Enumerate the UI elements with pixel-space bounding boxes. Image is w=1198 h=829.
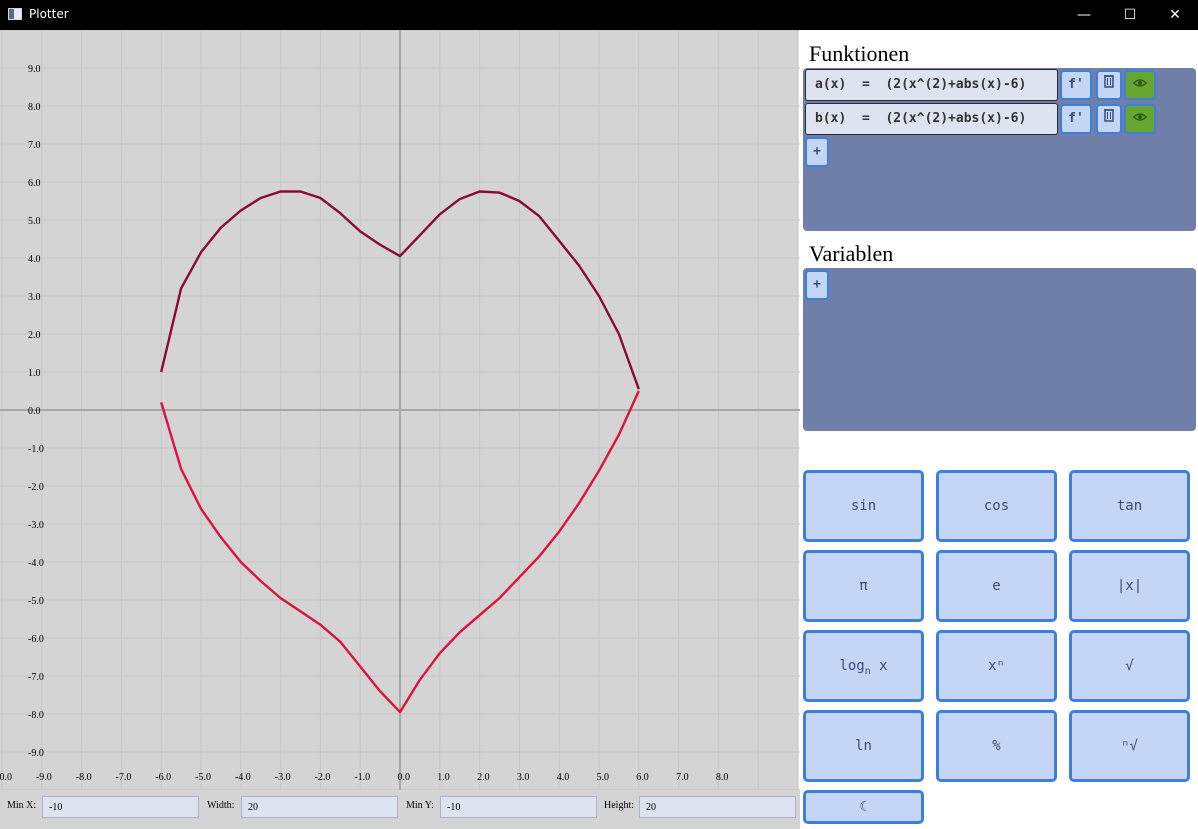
eye-icon (1133, 113, 1147, 121)
x-tick-label: -9.0 (36, 772, 52, 783)
moon-icon: ☾ (859, 799, 868, 815)
x-tick-label: -6.0 (155, 772, 171, 783)
pi-button[interactable]: π (803, 550, 924, 622)
y-tick-label: 7.0 (28, 140, 41, 151)
x-tick-label: -2.0 (315, 772, 331, 783)
width-label: Width: (207, 800, 235, 811)
y-tick-label: -1.0 (28, 444, 44, 455)
close-icon: ✕ (1169, 7, 1181, 23)
function-row-b: b(x) = (2(x^(2)+abs(x)-6) f' (803, 103, 1196, 135)
e-button[interactable]: e (936, 550, 1057, 622)
x-tick-label: -8.0 (76, 772, 92, 783)
x-tick-label: 2.0 (477, 772, 490, 783)
y-tick-label: 0.0 (28, 406, 41, 417)
height-input[interactable]: 20 (639, 796, 796, 818)
function-expression-a[interactable]: a(x) = (2(x^(2)+abs(x)-6) (805, 69, 1058, 101)
width-input[interactable]: 20 (241, 796, 398, 818)
log-n-button[interactable]: logn x (803, 630, 924, 702)
functions-title: Funktionen (809, 41, 910, 66)
y-tick-label: 8.0 (28, 102, 41, 113)
trash-icon (1104, 75, 1114, 88)
x-tick-label: 8.0 (716, 772, 729, 783)
y-tick-label: -7.0 (28, 672, 44, 683)
add-function-button[interactable]: + (805, 137, 829, 167)
min-y-input[interactable]: -10 (440, 796, 597, 818)
y-tick-label: -6.0 (28, 634, 44, 645)
plot-area[interactable]: -10.0 -9.0 -8.0 -7.0 -6.0 -5.0 -4.0 -3.0 -2.0 -1.… (0, 30, 800, 829)
add-variable-button[interactable]: + (805, 270, 829, 300)
log-argument: x (870, 658, 888, 674)
variables-title: Variablen (809, 241, 894, 266)
visibility-toggle-a[interactable] (1124, 70, 1156, 100)
x-tick-label: -1.0 (354, 772, 370, 783)
y-tick-label: -2.0 (28, 482, 44, 493)
x-tick-label: 5.0 (597, 772, 610, 783)
trash-icon (1104, 109, 1114, 122)
y-tick-label: 6.0 (28, 178, 41, 189)
maximize-icon: ☐ (1123, 7, 1137, 23)
cos-button[interactable]: cos (936, 470, 1057, 542)
y-tick-label: -3.0 (28, 520, 44, 531)
visibility-toggle-b[interactable] (1124, 104, 1156, 134)
function-expression-b[interactable]: b(x) = (2(x^(2)+abs(x)-6) (805, 103, 1058, 135)
variables-panel (803, 268, 1196, 431)
x-tick-label: 7.0 (676, 772, 689, 783)
function-row-a: a(x) = (2(x^(2)+abs(x)-6) f' (803, 69, 1196, 101)
ln-button[interactable]: ln (803, 710, 924, 782)
sin-button[interactable]: sin (803, 470, 924, 542)
height-label: Height: (604, 800, 634, 811)
nth-root-button[interactable]: ⁿ√ (1069, 710, 1190, 782)
log-label: log (839, 658, 865, 674)
y-tick-label: 5.0 (28, 216, 41, 227)
tan-button[interactable]: tan (1069, 470, 1190, 542)
range-bar: Min X: -10 Width: 20 Min Y: -10 Height: … (0, 790, 800, 829)
close-button[interactable]: ✕ (1152, 0, 1198, 30)
min-x-input[interactable]: -10 (42, 796, 199, 818)
title-bar: Plotter — ☐ ✕ (0, 0, 1198, 30)
y-tick-label: -5.0 (28, 596, 44, 607)
x-tick-label: -10.0 (0, 772, 12, 783)
minimize-button[interactable]: — (1061, 0, 1107, 30)
y-tick-label: -9.0 (28, 748, 44, 759)
y-tick-label: 1.0 (28, 368, 41, 379)
theme-toggle-button[interactable]: ☾ (803, 790, 924, 824)
abs-button[interactable]: |x| (1069, 550, 1190, 622)
x-tick-label: 4.0 (557, 772, 570, 783)
y-tick-label: 4.0 (28, 254, 41, 265)
x-tick-label: 1.0 (437, 772, 450, 783)
y-tick-label: 9.0 (28, 64, 41, 75)
x-tick-label: -4.0 (235, 772, 251, 783)
minimize-icon: — (1077, 7, 1091, 23)
x-tick-label: -7.0 (116, 772, 132, 783)
min-x-label: Min X: (7, 800, 37, 811)
delete-button-a[interactable] (1096, 70, 1122, 100)
x-tick-label: -5.0 (195, 772, 211, 783)
y-tick-label: 3.0 (28, 292, 41, 303)
eye-icon (1133, 79, 1147, 87)
app-icon (8, 8, 22, 20)
x-tick-label: 3.0 (517, 772, 530, 783)
x-tick-label: -3.0 (275, 772, 291, 783)
sqrt-button[interactable]: √ (1069, 630, 1190, 702)
x-tick-label: 6.0 (636, 772, 649, 783)
y-tick-label: 2.0 (28, 330, 41, 341)
derive-button-a[interactable]: f' (1060, 70, 1092, 100)
y-tick-label: -8.0 (28, 710, 44, 721)
derive-button-b[interactable]: f' (1060, 104, 1092, 134)
y-tick-label: -4.0 (28, 558, 44, 569)
window-title: Plotter (29, 7, 69, 21)
min-y-label: Min Y: (406, 800, 434, 811)
power-button[interactable]: xⁿ (936, 630, 1057, 702)
delete-button-b[interactable] (1096, 104, 1122, 134)
percent-button[interactable]: % (936, 710, 1057, 782)
plot-canvas[interactable]: -10.0 -9.0 -8.0 -7.0 -6.0 -5.0 -4.0 -3.0 -2.0 -1.… (0, 30, 800, 790)
x-tick-label: 0.0 (398, 772, 411, 783)
maximize-button[interactable]: ☐ (1107, 0, 1153, 30)
